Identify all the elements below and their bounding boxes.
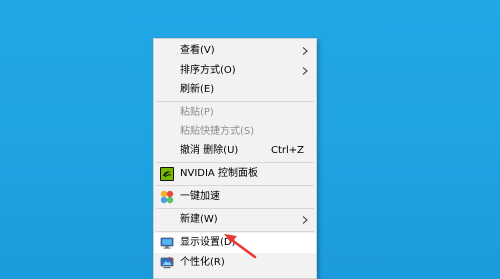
menu-separator (156, 185, 314, 186)
menu-item-view-label: 查看(V) (180, 45, 215, 56)
menu-item-sort-by[interactable]: 排序方式(O) (154, 61, 316, 81)
menu-item-refresh[interactable]: 刷新(E) (154, 80, 316, 100)
menu-separator (156, 101, 314, 102)
menu-item-personalize-label: 个性化(R) (180, 257, 225, 268)
menu-separator (156, 162, 314, 163)
menu-item-acceleration-label: 一键加速 (180, 191, 220, 202)
personalize-icon (160, 256, 174, 269)
acceleration-icon (160, 190, 174, 204)
menu-item-refresh-label: 刷新(E) (180, 84, 215, 95)
menu-item-sort-by-label: 排序方式(O) (180, 65, 236, 76)
menu-item-nvidia-control-panel[interactable]: NVIDIA 控制面板 (154, 164, 316, 184)
menu-item-nvidia-label: NVIDIA 控制面板 (180, 168, 258, 179)
menu-item-new[interactable]: 新建(W) (154, 210, 316, 230)
display-icon (160, 237, 174, 249)
submenu-arrow-icon (302, 216, 308, 224)
submenu-arrow-icon (302, 47, 308, 55)
menu-separator (156, 208, 314, 209)
menu-item-paste-label: 粘贴(P) (180, 107, 214, 118)
menu-item-paste-shortcut-label: 粘贴快捷方式(S) (180, 126, 255, 137)
menu-item-view[interactable]: 查看(V) (154, 41, 316, 61)
nvidia-icon (160, 167, 174, 181)
menu-item-undo-shortcut: Ctrl+Z (270, 145, 304, 156)
red-arrow-annotation (224, 234, 257, 259)
menu-item-new-label: 新建(W) (180, 214, 218, 225)
menu-item-undo-delete[interactable]: 撤消 删除(U) Ctrl+Z (154, 141, 316, 161)
submenu-arrow-icon (302, 67, 308, 75)
menu-item-paste-shortcut: 粘贴快捷方式(S) (154, 122, 316, 142)
menu-item-paste: 粘贴(P) (154, 103, 316, 123)
menu-item-undo-delete-label: 撤消 删除(U) (180, 145, 239, 156)
menu-item-one-click-acceleration[interactable]: 一键加速 (154, 187, 316, 207)
